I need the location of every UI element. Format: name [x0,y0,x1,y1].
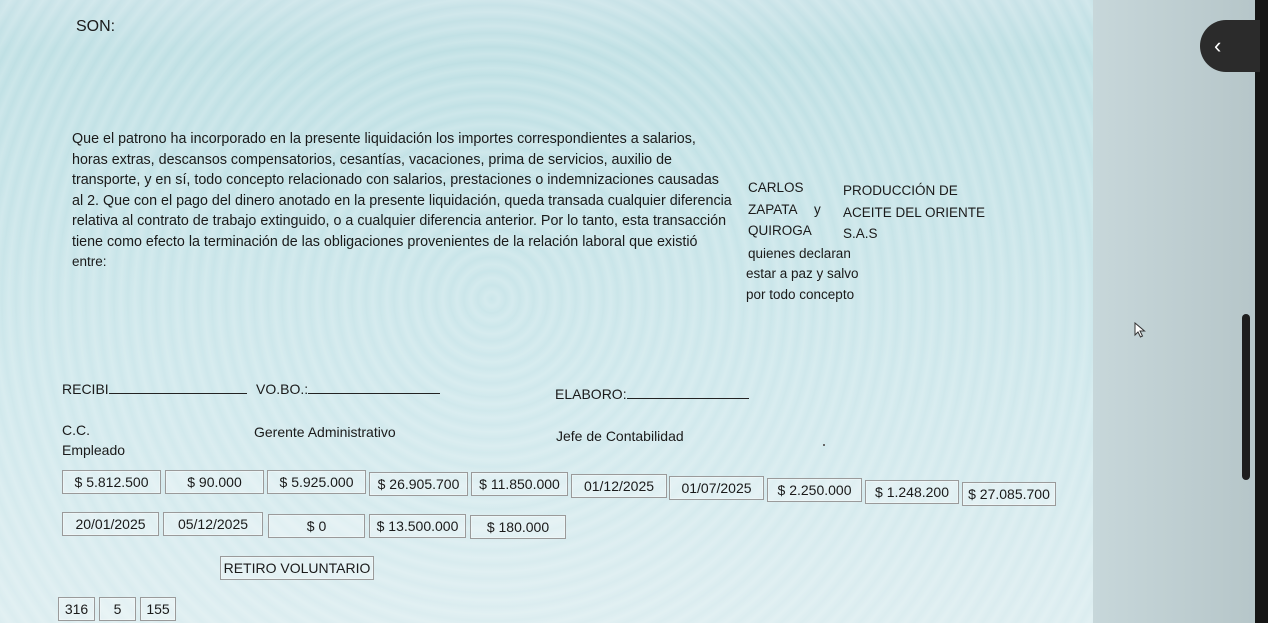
elaboro-signature-line [626,398,749,399]
elaboro-label: ELABORO: [555,386,627,402]
jefe-label: Jefe de Contabilidad [556,428,684,444]
declaration-line3: por todo concepto [746,287,855,302]
screen: SON: Que el patrono ha incorporado en la… [0,0,1268,623]
paragraph-line: horas extras, descansos compensatorios, … [72,151,672,168]
employee-name-line2: ZAPATA [748,202,798,217]
settlement-paragraph: Que el patrono ha incorporado en la pres… [72,129,732,273]
employee-name-line1: CARLOS [748,180,804,195]
field-box[interactable]: $ 0 [268,514,365,538]
field-box[interactable]: $ 5.812.500 [62,470,161,494]
field-box[interactable]: 155 [140,597,176,621]
field-box[interactable]: $ 180.000 [470,515,566,539]
recibi-signature-line [108,393,247,394]
field-box[interactable]: 05/12/2025 [163,512,263,536]
field-box[interactable]: $ 27.085.700 [962,482,1056,506]
field-box[interactable]: $ 26.905.700 [369,472,468,496]
speck-mark [823,444,825,446]
elaboro-signature: ELABORO: [555,386,749,402]
chevron-left-icon: ‹ [1214,33,1222,58]
company-name-line3: S.A.S [843,226,878,241]
side-panel [1093,0,1255,623]
field-box[interactable]: $ 1.248.200 [865,480,959,504]
vertical-scrollbar[interactable] [1242,314,1250,480]
recibi-label: RECIBI [62,381,109,397]
field-box[interactable]: 316 [58,597,95,621]
retiro-field[interactable]: RETIRO VOLUNTARIO [220,556,374,580]
collapse-panel-button[interactable]: ‹ [1200,20,1260,72]
vobo-signature-line [308,393,441,394]
document-page: SON: Que el patrono ha incorporado en la… [0,0,1093,623]
paragraph-line: relativa al contrato de trabajo extingui… [72,213,727,229]
paragraph-line: al 2. Que con el pago del dinero anotado… [72,192,732,209]
declaration-line2: estar a paz y salvo [746,266,859,281]
recibi-signature: RECIBI [62,381,247,397]
son-label: SON: [76,18,116,35]
field-box[interactable]: $ 5.925.000 [267,470,366,494]
field-box[interactable]: 01/12/2025 [571,474,667,498]
paragraph-line: tiene como efecto la terminación de las … [72,233,698,250]
paragraph-line: Que el patrono ha incorporado en la pres… [72,131,696,147]
field-box[interactable]: $ 13.500.000 [369,514,466,538]
field-box[interactable]: $ 2.250.000 [767,478,862,502]
empleado-label: Empleado [62,442,126,458]
company-name-line1: PRODUCCIÓN DE [843,183,958,198]
field-box[interactable]: 20/01/2025 [62,512,159,536]
gerente-label: Gerente Administrativo [254,424,396,440]
paragraph-line: entre: [72,254,107,269]
field-box[interactable]: $ 90.000 [165,470,264,494]
field-box[interactable]: $ 11.850.000 [471,472,568,496]
paragraph-line: transporte, y en sí, todo concepto relac… [72,172,719,188]
vobo-label: VO.BO.: [256,381,309,397]
field-box[interactable]: 01/07/2025 [669,476,764,500]
name-connector: y [814,202,821,217]
company-name-line2: ACEITE DEL ORIENTE [843,205,986,220]
declaration-line1: quienes declaran [748,246,851,261]
screen-bezel [1255,0,1268,623]
employee-name-line3: QUIROGA [748,223,812,238]
field-box[interactable]: 5 [99,597,136,621]
vobo-signature: VO.BO.: [256,381,441,397]
cc-label: C.C. [62,422,90,438]
mouse-pointer-icon [1134,322,1146,338]
